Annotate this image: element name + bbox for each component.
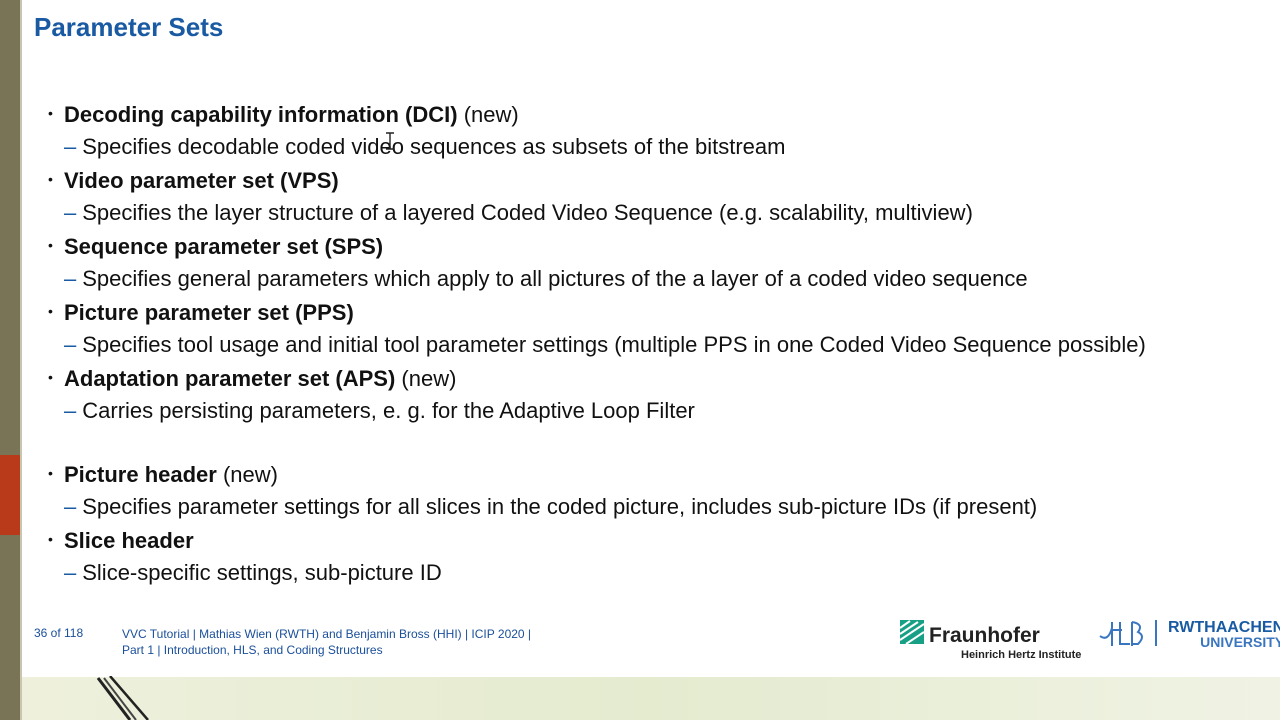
footer-text: VVC Tutorial | Mathias Wien (RWTH) and B… [122,626,531,658]
decorative-brush-strokes [96,676,149,720]
sub-item-text: Specifies parameter settings for all sli… [82,494,1038,519]
bullet-icon: • [48,531,53,547]
bullet-item-slice-header: • Slice header [48,523,1273,557]
slide-title: Parameter Sets [34,12,224,42]
left-sidebar-accent [0,455,20,535]
bullet-heading: Adaptation parameter set (APS) [64,366,396,391]
bullet-item-pps: • Picture parameter set (PPS) [48,295,1273,329]
sub-item-text: Slice-specific settings, sub-picture ID [82,560,442,585]
bullet-heading: Decoding capability information (DCI) [64,102,458,127]
bullet-item-aps: • Adaptation parameter set (APS) (new) [48,361,1273,395]
bullet-icon: • [48,303,53,319]
left-sidebar-bar [0,0,20,720]
bullet-item-sps: • Sequence parameter set (SPS) [48,229,1273,263]
bullet-heading: Sequence parameter set (SPS) [64,234,384,259]
bullet-icon: • [48,171,53,187]
sub-item-sps: – Specifies general parameters which appl… [48,263,1273,295]
dash-icon: – [64,398,77,423]
bullet-heading: Picture header [64,462,217,487]
page-number: 36 of 118 [34,626,84,640]
rwth-logo: RWTHAACHEN UNIVERSITY [1168,620,1280,650]
bullet-heading: Picture parameter set (PPS) [64,300,354,325]
sub-item-dci: – Specifies decodable coded video sequenc… [48,131,1273,163]
dash-icon: – [64,200,77,225]
bullet-icon: • [48,105,53,121]
bullet-item-vps: • Video parameter set (VPS) [48,163,1273,197]
bullet-icon: • [48,237,53,253]
sub-item-picture-header: – Specifies parameter settings for all sl… [48,491,1273,523]
dash-icon: – [64,560,77,585]
bullet-list: • Decoding capability information (DCI) (… [48,97,1273,589]
left-divider-line [20,0,22,720]
sub-item-vps: – Specifies the layer structure of a laye… [48,197,1273,229]
bullet-item-dci: • Decoding capability information (DCI) (… [48,97,1273,131]
dash-icon: – [64,494,77,519]
sub-item-text: Carries persisting parameters, e. g. for… [82,398,695,423]
sub-item-slice-header: – Slice-specific settings, sub-picture ID [48,557,1273,589]
sub-item-text: Specifies the layer structure of a layer… [82,200,973,225]
bullet-icon: • [48,369,53,385]
dash-icon: – [64,134,77,159]
bottom-band [22,677,1280,720]
sub-item-aps: – Carries persisting parameters, e. g. fo… [48,395,1273,427]
sub-item-pps: – Specifies tool usage and initial tool p… [48,329,1273,361]
bullet-heading: Slice header [64,528,194,553]
sub-item-text: Specifies decodable coded video sequence… [82,134,786,159]
dash-icon: – [64,266,77,291]
footer-line-2: Part 1 | Introduction, HLS, and Coding S… [122,643,383,657]
fraunhofer-name: Fraunhofer [929,624,1040,647]
rwth-logo-top: RWTHAACHEN [1168,619,1280,636]
fraunhofer-logo-icon [900,620,924,644]
bullet-note: (new) [222,462,278,487]
footer-line-1: VVC Tutorial | Mathias Wien (RWTH) and B… [122,627,532,641]
bullet-item-picture-header: • Picture header (new) [48,457,1273,491]
sub-item-text: Specifies tool usage and initial tool pa… [82,332,1146,357]
bullet-heading: Video parameter set (VPS) [64,168,339,193]
bullet-note: (new) [463,102,519,127]
bullet-note: (new) [401,366,457,391]
text-cursor-icon [386,132,394,150]
bullet-icon: • [48,465,53,481]
sub-item-text: Specifies general parameters which apply… [82,266,1028,291]
lfb-logo-icon [1099,620,1157,646]
dash-icon: – [64,332,77,357]
rwth-logo-bottom: UNIVERSITY [1200,634,1280,650]
fraunhofer-subtitle: Heinrich Hertz Institute [961,649,1082,661]
